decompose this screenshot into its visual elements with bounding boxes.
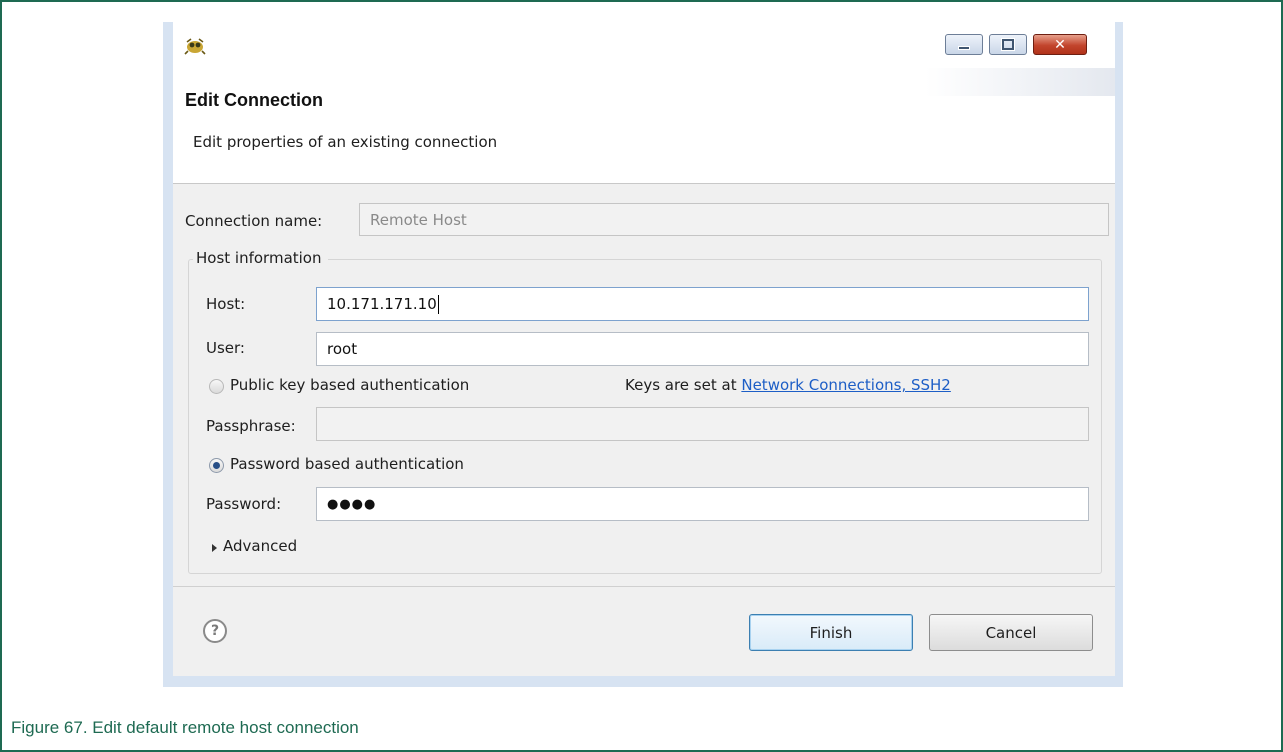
network-connections-link[interactable]: Network Connections, SSH2: [741, 376, 951, 394]
advanced-toggle[interactable]: Advanced: [223, 537, 297, 555]
keys-info-text: Keys are set at Network Connections, SSH…: [625, 376, 951, 394]
user-input[interactable]: root: [316, 332, 1089, 366]
expand-triangle-icon[interactable]: [212, 544, 217, 552]
cancel-button[interactable]: Cancel: [929, 614, 1093, 651]
password-option-label[interactable]: Password based authentication: [230, 455, 464, 473]
user-value: root: [327, 340, 358, 358]
footer-divider: [173, 586, 1115, 587]
user-label: User:: [206, 339, 245, 357]
close-button[interactable]: ✕: [1033, 34, 1087, 55]
host-label: Host:: [206, 295, 246, 313]
minimize-button[interactable]: [945, 34, 983, 55]
password-value: ●●●●: [327, 496, 377, 512]
dialog-body: ✕ Edit Connection Edit properties of an …: [173, 22, 1115, 676]
figure-caption: Figure 67. Edit default remote host conn…: [11, 718, 359, 737]
host-input[interactable]: 10.171.171.10: [316, 287, 1089, 321]
passphrase-input: [316, 407, 1089, 441]
keys-prefix: Keys are set at: [625, 376, 737, 394]
connection-name-value: Remote Host: [370, 210, 467, 229]
public-key-radio[interactable]: [209, 379, 224, 394]
title-bar: ✕: [173, 22, 1115, 68]
header-shade: [925, 68, 1115, 96]
finish-button[interactable]: Finish: [749, 614, 913, 651]
close-icon: ✕: [1054, 36, 1066, 53]
minimize-icon: [958, 46, 970, 50]
host-value: 10.171.171.10: [327, 295, 437, 313]
wizard-header: Edit Connection Edit properties of an ex…: [173, 68, 1115, 183]
public-key-option-label[interactable]: Public key based authentication: [230, 376, 469, 394]
dialog-title: Edit Connection: [185, 90, 323, 110]
edit-connection-dialog: ✕ Edit Connection Edit properties of an …: [163, 22, 1123, 687]
password-input[interactable]: ●●●●: [316, 487, 1089, 521]
eclipse-app-icon: [184, 38, 206, 55]
header-divider: [173, 183, 1115, 184]
password-auth-radio[interactable]: [209, 458, 224, 473]
password-label: Password:: [206, 495, 282, 513]
help-icon[interactable]: ?: [203, 619, 227, 643]
passphrase-label: Passphrase:: [206, 417, 296, 435]
dialog-subtitle: Edit properties of an existing connectio…: [193, 133, 498, 151]
connection-name-label: Connection name:: [185, 212, 323, 230]
connection-name-field: Remote Host: [359, 203, 1109, 236]
maximize-button[interactable]: [989, 34, 1027, 55]
maximize-icon: [1001, 38, 1015, 51]
host-information-label: Host information: [193, 249, 328, 267]
text-caret: [437, 294, 439, 314]
